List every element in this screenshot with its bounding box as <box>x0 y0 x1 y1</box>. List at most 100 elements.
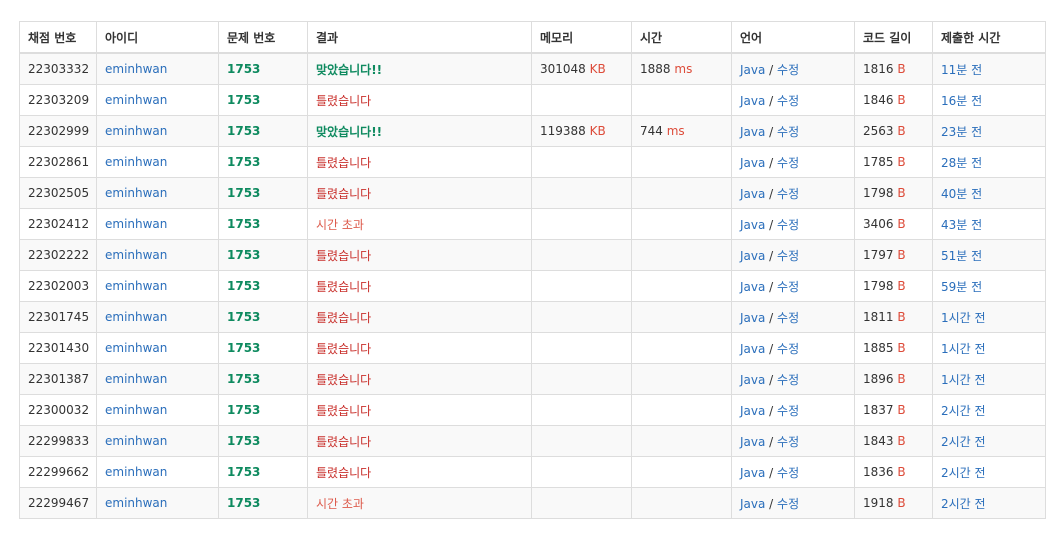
user-link[interactable]: eminhwan <box>105 434 167 448</box>
language-link[interactable]: Java <box>740 156 765 170</box>
cell-language: Java / 수정 <box>731 363 855 395</box>
language-link[interactable]: Java <box>740 94 765 108</box>
language-link[interactable]: Java <box>740 342 765 356</box>
edit-link[interactable]: 수정 <box>777 218 799 232</box>
problem-link[interactable]: 1753 <box>227 62 260 76</box>
submission-status-table: 채점 번호 아이디 문제 번호 결과 메모리 시간 언어 코드 길이 제출한 시… <box>19 21 1046 519</box>
problem-link[interactable]: 1753 <box>227 372 260 386</box>
header-problem-id: 문제 번호 <box>218 21 308 54</box>
language-link[interactable]: Java <box>740 187 765 201</box>
user-link[interactable]: eminhwan <box>105 155 167 169</box>
edit-link[interactable]: 수정 <box>777 249 799 263</box>
edit-link[interactable]: 수정 <box>777 63 799 77</box>
cell-result: 틀렸습니다 <box>307 84 532 116</box>
edit-link[interactable]: 수정 <box>777 404 799 418</box>
language-link[interactable]: Java <box>740 125 765 139</box>
header-code-length: 코드 길이 <box>854 21 933 54</box>
user-link[interactable]: eminhwan <box>105 248 167 262</box>
submitted-time-link[interactable]: 23분 전 <box>941 125 982 139</box>
language-link[interactable]: Java <box>740 435 765 449</box>
user-link[interactable]: eminhwan <box>105 279 167 293</box>
language-link[interactable]: Java <box>740 404 765 418</box>
edit-link[interactable]: 수정 <box>777 342 799 356</box>
edit-link[interactable]: 수정 <box>777 311 799 325</box>
language-link[interactable]: Java <box>740 280 765 294</box>
user-link[interactable]: eminhwan <box>105 62 167 76</box>
problem-link[interactable]: 1753 <box>227 248 260 262</box>
cell-code-length: 3406 B <box>854 208 933 240</box>
cell-language: Java / 수정 <box>731 456 855 488</box>
cell-user-id: eminhwan <box>96 456 219 488</box>
submitted-time-link[interactable]: 2시간 전 <box>941 404 986 418</box>
language-link[interactable]: Java <box>740 497 765 511</box>
cell-submission-id: 22299833 <box>19 425 97 457</box>
edit-link[interactable]: 수정 <box>777 94 799 108</box>
language-link[interactable]: Java <box>740 373 765 387</box>
edit-link[interactable]: 수정 <box>777 187 799 201</box>
user-link[interactable]: eminhwan <box>105 403 167 417</box>
user-link[interactable]: eminhwan <box>105 217 167 231</box>
problem-link[interactable]: 1753 <box>227 124 260 138</box>
submitted-time-link[interactable]: 2시간 전 <box>941 435 986 449</box>
language-link[interactable]: Java <box>740 311 765 325</box>
problem-link[interactable]: 1753 <box>227 341 260 355</box>
user-link[interactable]: eminhwan <box>105 372 167 386</box>
header-user-id: 아이디 <box>96 21 219 54</box>
cell-code-length: 1798 B <box>854 177 933 209</box>
problem-link[interactable]: 1753 <box>227 186 260 200</box>
edit-link[interactable]: 수정 <box>777 280 799 294</box>
problem-link[interactable]: 1753 <box>227 217 260 231</box>
problem-link[interactable]: 1753 <box>227 310 260 324</box>
edit-link[interactable]: 수정 <box>777 156 799 170</box>
code-length-value: 1798 <box>863 279 894 293</box>
problem-link[interactable]: 1753 <box>227 434 260 448</box>
user-link[interactable]: eminhwan <box>105 496 167 510</box>
edit-link[interactable]: 수정 <box>777 125 799 139</box>
cell-result: 틀렸습니다 <box>307 394 532 426</box>
submitted-time-link[interactable]: 1시간 전 <box>941 342 986 356</box>
result-text: 틀렸습니다 <box>316 310 372 325</box>
user-link[interactable]: eminhwan <box>105 341 167 355</box>
cell-submission-id: 22302222 <box>19 239 97 271</box>
code-length-unit: B <box>897 279 906 293</box>
language-link[interactable]: Java <box>740 63 765 77</box>
submitted-time-link[interactable]: 28분 전 <box>941 156 982 170</box>
result-text: 틀렸습니다 <box>316 465 372 480</box>
problem-link[interactable]: 1753 <box>227 496 260 510</box>
problem-link[interactable]: 1753 <box>227 279 260 293</box>
edit-link[interactable]: 수정 <box>777 373 799 387</box>
submitted-time-link[interactable]: 2시간 전 <box>941 497 986 511</box>
submitted-time-link[interactable]: 11분 전 <box>941 63 982 77</box>
user-link[interactable]: eminhwan <box>105 465 167 479</box>
cell-memory <box>531 456 632 488</box>
problem-link[interactable]: 1753 <box>227 93 260 107</box>
edit-link[interactable]: 수정 <box>777 466 799 480</box>
submitted-time-link[interactable]: 1시간 전 <box>941 373 986 387</box>
language-link[interactable]: Java <box>740 218 765 232</box>
problem-link[interactable]: 1753 <box>227 155 260 169</box>
edit-link[interactable]: 수정 <box>777 435 799 449</box>
time-unit: ms <box>674 62 693 76</box>
code-length-unit: B <box>897 155 906 169</box>
submitted-time-link[interactable]: 1시간 전 <box>941 311 986 325</box>
submitted-time-link[interactable]: 51분 전 <box>941 249 982 263</box>
submitted-time-link[interactable]: 43분 전 <box>941 218 982 232</box>
submitted-time-link[interactable]: 2시간 전 <box>941 466 986 480</box>
user-link[interactable]: eminhwan <box>105 186 167 200</box>
submitted-time-link[interactable]: 40분 전 <box>941 187 982 201</box>
user-link[interactable]: eminhwan <box>105 93 167 107</box>
submitted-time-link[interactable]: 16분 전 <box>941 94 982 108</box>
user-link[interactable]: eminhwan <box>105 124 167 138</box>
language-link[interactable]: Java <box>740 466 765 480</box>
cell-problem-id: 1753 <box>218 208 308 240</box>
submitted-time-link[interactable]: 59분 전 <box>941 280 982 294</box>
edit-link[interactable]: 수정 <box>777 497 799 511</box>
cell-submission-id: 22303209 <box>19 84 97 116</box>
user-link[interactable]: eminhwan <box>105 310 167 324</box>
cell-time <box>631 332 732 364</box>
problem-link[interactable]: 1753 <box>227 403 260 417</box>
result-text: 맞았습니다!! <box>316 62 383 77</box>
time-unit: ms <box>666 124 685 138</box>
language-link[interactable]: Java <box>740 249 765 263</box>
problem-link[interactable]: 1753 <box>227 465 260 479</box>
